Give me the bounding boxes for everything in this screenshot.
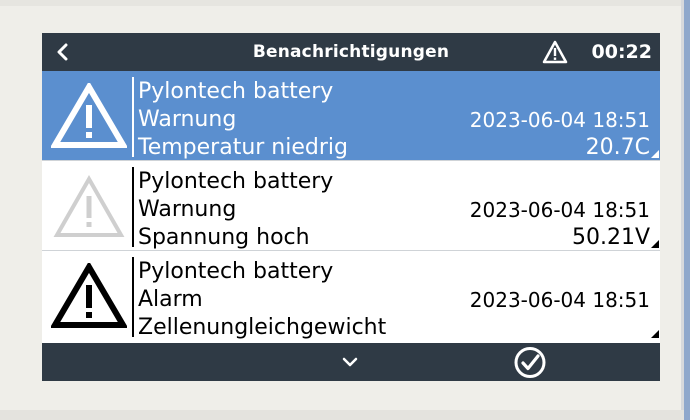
- notification-list: Pylontech battery Warnung Temperatur nie…: [42, 71, 660, 343]
- notification-type: Alarm: [138, 287, 203, 312]
- warning-triangle-inactive-icon: [53, 174, 125, 237]
- notification-description: Zellenungleichgewicht: [138, 315, 387, 340]
- notification-type: Warnung: [138, 197, 237, 222]
- notification-type: Warnung: [138, 107, 237, 132]
- device-name: Pylontech battery: [138, 79, 334, 104]
- warning-triangle-icon: [542, 40, 568, 64]
- warning-triangle-icon: [51, 83, 127, 148]
- title-bar: Benachrichtigungen 00:22: [42, 33, 660, 71]
- notification-item[interactable]: Pylontech battery Alarm Zellenungleichge…: [42, 251, 660, 340]
- window-frame-right: [684, 0, 690, 420]
- notification-timestamp: 2023-06-04 18:51: [469, 288, 650, 312]
- notification-value: 20.7C: [585, 135, 650, 160]
- window-frame-bottom: [0, 410, 684, 420]
- divider: [132, 257, 134, 337]
- notification-value: 50.21V: [571, 225, 650, 250]
- divider: [132, 77, 134, 157]
- notification-item[interactable]: Pylontech battery Warnung Spannung hoch …: [42, 161, 660, 250]
- notification-description: Spannung hoch: [138, 225, 310, 250]
- corner-marker: [651, 240, 659, 248]
- notification-description: Temperatur niedrig: [138, 135, 348, 160]
- alarm-triangle-icon: [51, 263, 127, 328]
- device-name: Pylontech battery: [138, 169, 334, 194]
- chevron-down-icon: [342, 357, 358, 367]
- device-name: Pylontech battery: [138, 259, 334, 284]
- corner-marker: [651, 150, 659, 158]
- notification-timestamp: 2023-06-04 18:51: [469, 198, 650, 222]
- bottom-bar: [42, 343, 660, 381]
- device-screen: Benachrichtigungen 00:22 Pylontech batte…: [42, 33, 660, 381]
- corner-marker: [651, 330, 659, 338]
- scroll-down-button[interactable]: [334, 349, 366, 375]
- notification-item[interactable]: Pylontech battery Warnung Temperatur nie…: [42, 71, 660, 160]
- divider: [132, 167, 134, 247]
- clock: 00:22: [591, 41, 652, 63]
- window-frame-top: [0, 0, 690, 6]
- confirm-button[interactable]: [512, 346, 548, 379]
- notification-timestamp: 2023-06-04 18:51: [469, 108, 650, 132]
- check-circle-icon: [514, 347, 546, 378]
